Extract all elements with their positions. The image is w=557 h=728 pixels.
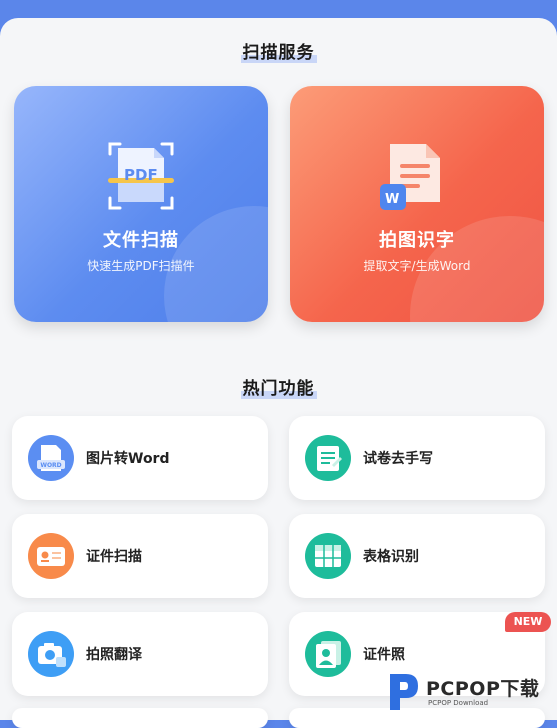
camera-translate-label: 拍照翻译 [86,647,142,663]
image-to-word-label: 图片转Word [86,451,170,467]
id-card-scan-label: 证件扫描 [86,549,142,565]
svg-text:WORD: WORD [40,462,61,469]
text-recognition-card[interactable]: W 拍图识字 提取文字/生成Word [290,86,544,322]
image-to-word-icon: WORD [28,435,74,481]
id-photo-icon [305,631,351,677]
pdf-badge: PDF [124,166,158,184]
id-card-scan-icon [28,533,74,579]
hot-section-title: 热门功能 [240,379,317,399]
text-recognition-subtitle: 提取文字/生成Word [363,259,471,273]
id-photo-label: 证件照 [363,647,405,663]
camera-translate-button[interactable]: 拍照翻译 [12,612,268,696]
camera-translate-icon [28,631,74,677]
exam-paper-button[interactable]: 试卷去手写 [289,416,545,500]
word-badge: W [385,192,400,207]
watermark-brand: PCPOP下载 [426,678,540,700]
table-recognition-label: 表格识别 [363,549,419,565]
new-badge: NEW [505,612,551,632]
table-recognition-button[interactable]: 表格识别 [289,514,545,598]
pcpop-logo-icon [390,674,418,710]
list-item-partial[interactable] [12,708,268,728]
document-scan-title: 文件扫描 [103,230,179,251]
table-icon [305,533,351,579]
document-scan-subtitle: 快速生成PDF扫描件 [87,259,195,273]
exam-paper-icon [305,435,351,481]
text-recognition-title: 拍图识字 [379,230,455,251]
pcpop-watermark: PCPOP下载 PCPOP Download [386,668,556,718]
exam-paper-label: 试卷去手写 [363,451,433,467]
watermark-sub: PCPOP Download [428,699,489,707]
scan-section-title: 扫描服务 [240,43,317,63]
document-scan-card[interactable]: PDF 文件扫描 快速生成PDF扫描件 [14,86,268,322]
image-to-word-button[interactable]: WORD 图片转Word [12,416,268,500]
id-card-scan-button[interactable]: 证件扫描 [12,514,268,598]
